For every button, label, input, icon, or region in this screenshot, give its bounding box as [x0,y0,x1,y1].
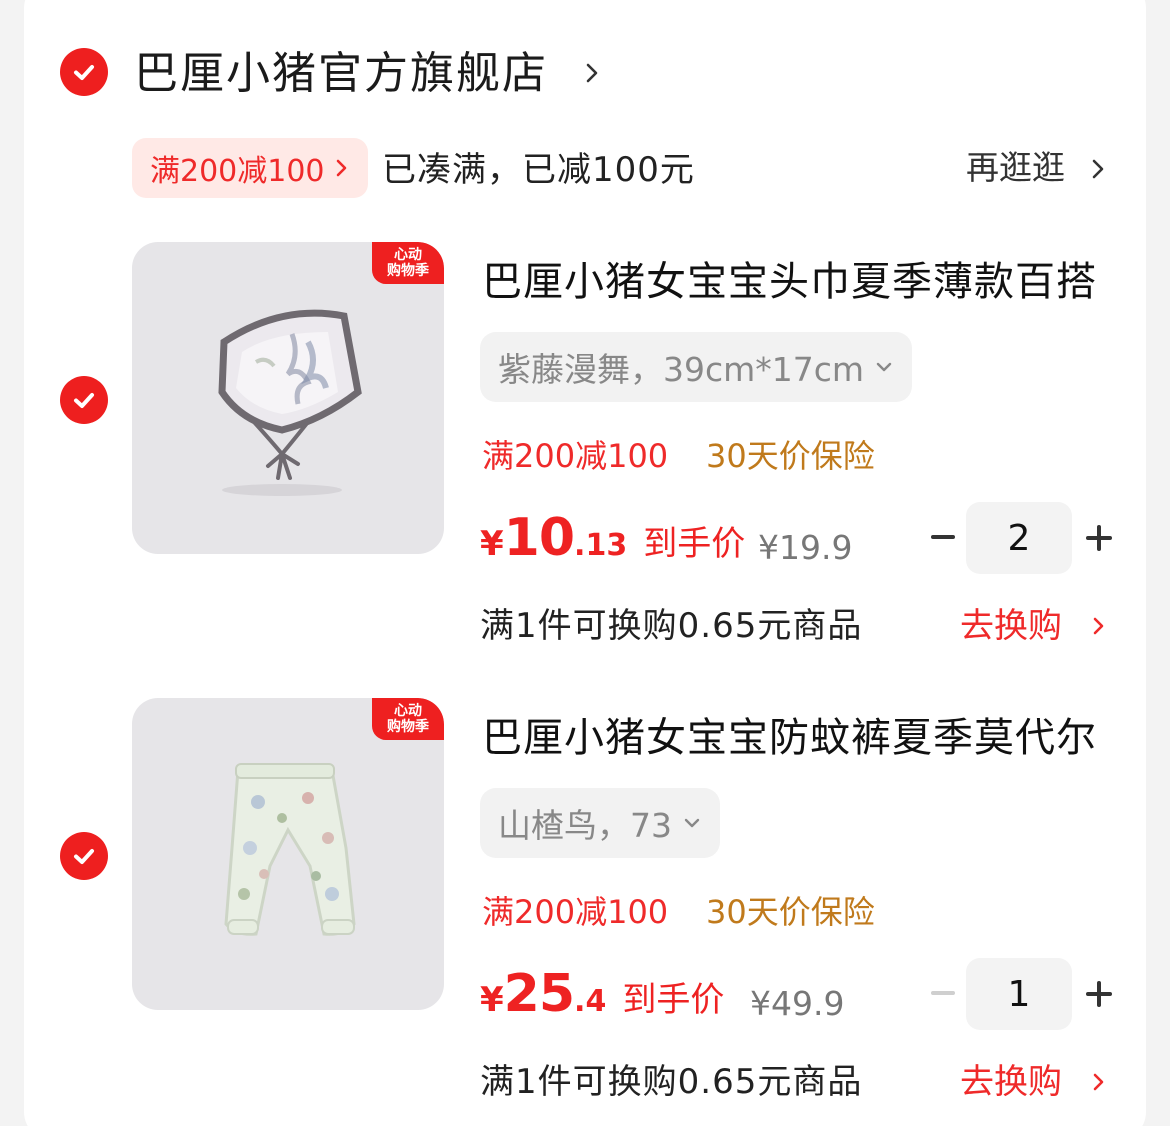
quantity-input[interactable]: 1 [966,958,1072,1030]
product-thumbnail[interactable]: 心动 购物季 [132,698,444,1010]
minus-icon [931,991,955,995]
price-protect-tag: 30天价保险 [706,893,875,931]
final-price: ¥ 25 .4 到手价 [480,964,724,1024]
sku-selector[interactable]: 山楂鸟，73 [480,788,720,858]
price-decimal: .4 [574,984,607,1019]
sku-label: 山楂鸟，73 [498,806,672,845]
promo-badge-line1: 心动 [394,247,422,263]
chevron-right-icon[interactable] [580,58,604,88]
promo-discount-tag: 满200减100 [482,437,669,475]
product-title[interactable]: 巴厘小猪女宝宝防蚊裤夏季莫代尔 [482,708,1112,768]
original-price: ¥19.9 [758,528,853,567]
checkmark-icon [74,393,94,408]
checkmark-icon [74,65,94,80]
promo-tag-label: 满200减100 [150,154,325,189]
price-integer: 10 [503,508,575,568]
baby-headscarf-image [218,309,362,496]
promo-badge-line2: 购物季 [387,719,429,735]
final-price: ¥ 10 .13 到手价 [480,508,745,568]
promo-badge-line1: 心动 [394,703,422,719]
quantity-decrease-button[interactable] [926,520,960,554]
price-currency: ¥ [480,980,504,1020]
price-currency: ¥ [480,524,504,564]
sku-label: 紫藤漫舞，39cm*17cm [498,350,865,389]
minus-icon [931,535,955,539]
baby-pants-image [224,763,356,936]
quantity-increase-button[interactable] [1084,523,1114,553]
chevron-down-icon [876,362,892,372]
swap-purchase-link[interactable]: 去换购 [960,1056,1062,1108]
swap-offer-text: 满1件可换购0.65元商品 [480,606,863,646]
swap-purchase-link[interactable]: 去换购 [960,600,1062,652]
price-label: 到手价 [643,524,746,564]
price-integer: 25 [503,964,575,1024]
promo-status-text: 已凑满，已减100元 [382,150,695,190]
item-select-checkbox[interactable] [60,376,108,424]
price-protect-tag: 30天价保险 [706,437,875,475]
checkmark-icon [74,849,94,864]
chevron-right-icon[interactable] [1090,156,1106,182]
promo-discount-tag: 满200减100 [482,893,669,931]
product-title[interactable]: 巴厘小猪女宝宝头巾夏季薄款百搭 [482,252,1112,312]
chevron-right-icon[interactable] [1092,1070,1106,1094]
shop-select-checkbox[interactable] [60,48,108,96]
quantity-increase-button[interactable] [1084,979,1114,1009]
price-decimal: .13 [574,528,628,563]
shop-name[interactable]: 巴厘小猪官方旗舰店 [134,44,548,104]
browse-more-link[interactable]: 再逛逛 [966,142,1065,194]
promo-tag-button[interactable]: 满200减100 [132,138,368,198]
promo-badge: 心动 购物季 [372,242,444,284]
item-select-checkbox[interactable] [60,832,108,880]
quantity-input[interactable]: 2 [966,502,1072,574]
product-thumbnail[interactable]: 心动 购物季 [132,242,444,554]
original-price: ¥49.9 [750,984,845,1023]
chevron-right-icon [336,159,346,177]
quantity-decrease-button[interactable] [926,976,960,1010]
sku-selector[interactable]: 紫藤漫舞，39cm*17cm [480,332,913,402]
promo-badge-line2: 购物季 [387,263,429,279]
price-label: 到手价 [622,980,725,1020]
chevron-down-icon [684,818,700,828]
swap-offer-text: 满1件可换购0.65元商品 [480,1062,863,1102]
chevron-right-icon[interactable] [1092,614,1106,638]
promo-badge: 心动 购物季 [372,698,444,740]
